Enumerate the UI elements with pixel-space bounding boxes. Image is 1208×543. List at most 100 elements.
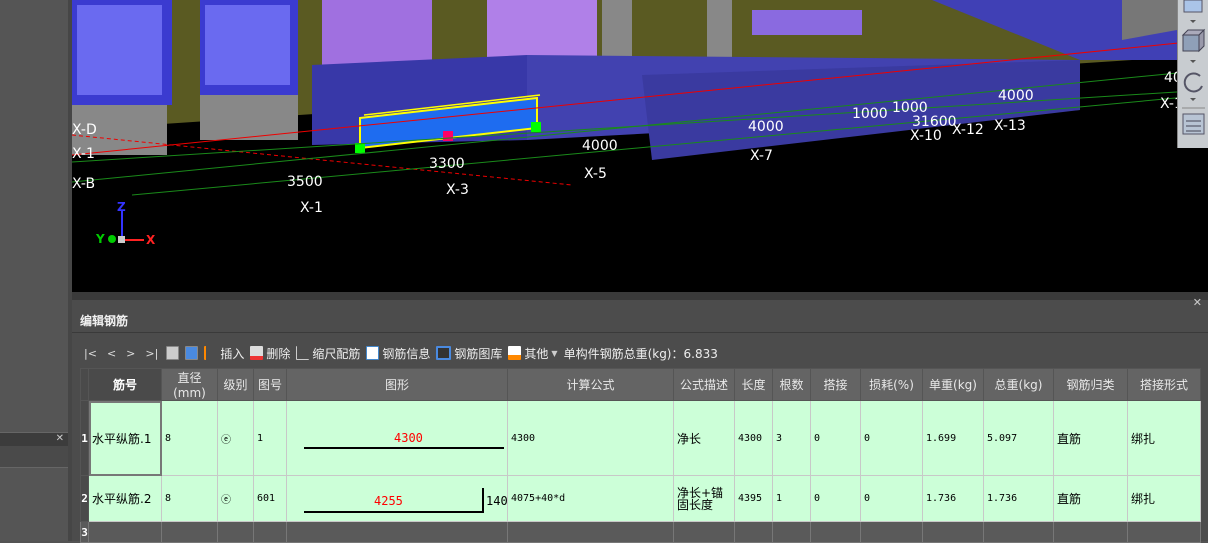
grip-point[interactable] [531,122,541,132]
shape-length[interactable]: 4255 [374,494,403,508]
empty-cell[interactable] [217,521,254,543]
layer-list-icon[interactable] [1182,113,1205,135]
figure-no-cell[interactable]: 1 [253,400,287,476]
bar-name-cell[interactable]: 水平纵筋.1 [88,400,162,476]
lap-cell[interactable]: 0 [810,475,861,522]
top-view-icon[interactable] [1183,0,1203,13]
empty-cell[interactable] [860,521,923,543]
grade-cell[interactable]: ⓔ [217,475,254,522]
empty-cell[interactable] [88,521,162,543]
move-up-icon[interactable] [166,346,180,360]
other-button[interactable]: 其他 ▼ [508,345,558,362]
column-header[interactable]: 搭接形式 [1127,368,1201,401]
total-weight-cell[interactable]: 5.097 [983,400,1054,476]
formula-cell[interactable]: 4300 [507,400,674,476]
column-header[interactable]: 公式描述 [673,368,735,401]
column-header[interactable]: 图号 [253,368,287,401]
grade-cell[interactable]: ⓔ [217,400,254,476]
dropdown-arrow-icon[interactable] [1190,98,1196,101]
bar-name-cell[interactable]: 水平纵筋.2 [88,475,162,522]
lap-cell[interactable]: 0 [810,400,861,476]
row-index[interactable]: 3 [80,521,89,543]
rotate-icon[interactable] [1183,72,1203,93]
horizontal-splitter[interactable] [72,292,1208,300]
description-cell[interactable]: 净长 [673,400,735,476]
category-cell[interactable]: 直筋 [1053,400,1128,476]
diameter-cell[interactable]: 8 [161,400,218,476]
shape-hook-length[interactable]: 140 [486,494,508,508]
column-header[interactable]: 搭接 [810,368,861,401]
grid-label: X-1 [300,200,323,216]
shape-cell[interactable]: 4300 [286,400,508,476]
column-header[interactable]: 损耗(%) [860,368,923,401]
dropdown-arrow-icon[interactable] [1190,60,1196,63]
column-header[interactable]: 图形 [286,368,508,401]
loss-cell[interactable]: 0 [860,475,923,522]
column-header[interactable]: 长度 [734,368,773,401]
shape-cell[interactable]: 4255 140 [286,475,508,522]
empty-cell[interactable] [673,521,735,543]
empty-cell[interactable] [1127,521,1201,543]
unit-weight-cell[interactable]: 1.736 [922,475,984,522]
left-panel: ✕ [0,0,68,541]
diameter-cell[interactable]: 8 [161,475,218,522]
insert-button[interactable]: 插入 [204,345,244,362]
formula-cell[interactable]: 4075+40*d [507,475,674,522]
table-row[interactable]: 2 水平纵筋.2 8 ⓔ 601 4255 140 4075+40*d 净长+锚… [80,475,1201,522]
3d-view-icon[interactable] [1181,28,1206,53]
count-cell[interactable]: 3 [772,400,811,476]
column-header[interactable]: 钢筋归类 [1053,368,1128,401]
shape-length[interactable]: 4300 [394,431,423,445]
empty-cell[interactable] [286,521,508,543]
3d-viewport[interactable]: X-D X-1 X-B X-1 X-3 X-5 X-7 X-10 X-12 X-… [72,0,1208,292]
column-header[interactable]: 单重(kg) [922,368,984,401]
first-button[interactable]: |< [82,347,99,360]
table-row[interactable]: 1 水平纵筋.1 8 ⓔ 1 4300 4300 净长 4300 3 0 0 1… [80,400,1201,476]
scale-rebar-button[interactable]: 缩尺配筋 [296,345,360,362]
column-header[interactable]: 级别 [217,368,254,401]
grip-point[interactable] [443,131,453,141]
close-icon[interactable]: ✕ [56,433,64,444]
column-header[interactable]: 总重(kg) [983,368,1054,401]
dropdown-arrow-icon[interactable] [1190,20,1196,23]
length-cell[interactable]: 4395 [734,475,773,522]
empty-cell[interactable] [253,521,287,543]
figure-no-cell[interactable]: 601 [253,475,287,522]
row-index[interactable]: 1 [80,400,89,476]
empty-cell[interactable] [983,521,1054,543]
empty-cell[interactable] [1053,521,1128,543]
empty-cell[interactable] [507,521,674,543]
empty-cell[interactable] [734,521,773,543]
unit-weight-cell[interactable]: 1.699 [922,400,984,476]
table-row-empty[interactable]: 3 [80,521,1201,543]
lap-form-cell[interactable]: 绑扎 [1127,400,1201,476]
row-index[interactable]: 2 [80,475,89,522]
empty-cell[interactable] [161,521,218,543]
category-cell[interactable]: 直筋 [1053,475,1128,522]
empty-cell[interactable] [922,521,984,543]
gear-icon [508,346,522,360]
delete-button[interactable]: 删除 [250,345,290,362]
delete-label: 删除 [266,346,291,361]
close-icon[interactable]: ✕ [1193,296,1202,309]
last-button[interactable]: >| [143,347,160,360]
lap-form-cell[interactable]: 绑扎 [1127,475,1201,522]
length-cell[interactable]: 4300 [734,400,773,476]
rebar-library-button[interactable]: 钢筋图库 [436,345,502,362]
column-header[interactable]: 直径(mm) [161,368,218,401]
column-header[interactable]: 筋号 [88,368,162,401]
empty-cell[interactable] [810,521,861,543]
description-cell[interactable]: 净长+锚固长度 [673,475,735,522]
empty-cell[interactable] [772,521,811,543]
move-down-icon[interactable] [185,346,199,360]
total-weight-cell[interactable]: 1.736 [983,475,1054,522]
grip-point[interactable] [355,143,365,153]
rebar-info-button[interactable]: 钢筋信息 [366,345,430,362]
count-cell[interactable]: 1 [772,475,811,522]
column-header[interactable]: 计算公式 [507,368,674,401]
prev-button[interactable]: < [105,347,118,360]
z-axis-label: Z [117,200,126,214]
next-button[interactable]: > [124,347,137,360]
loss-cell[interactable]: 0 [860,400,923,476]
column-header[interactable]: 根数 [772,368,811,401]
